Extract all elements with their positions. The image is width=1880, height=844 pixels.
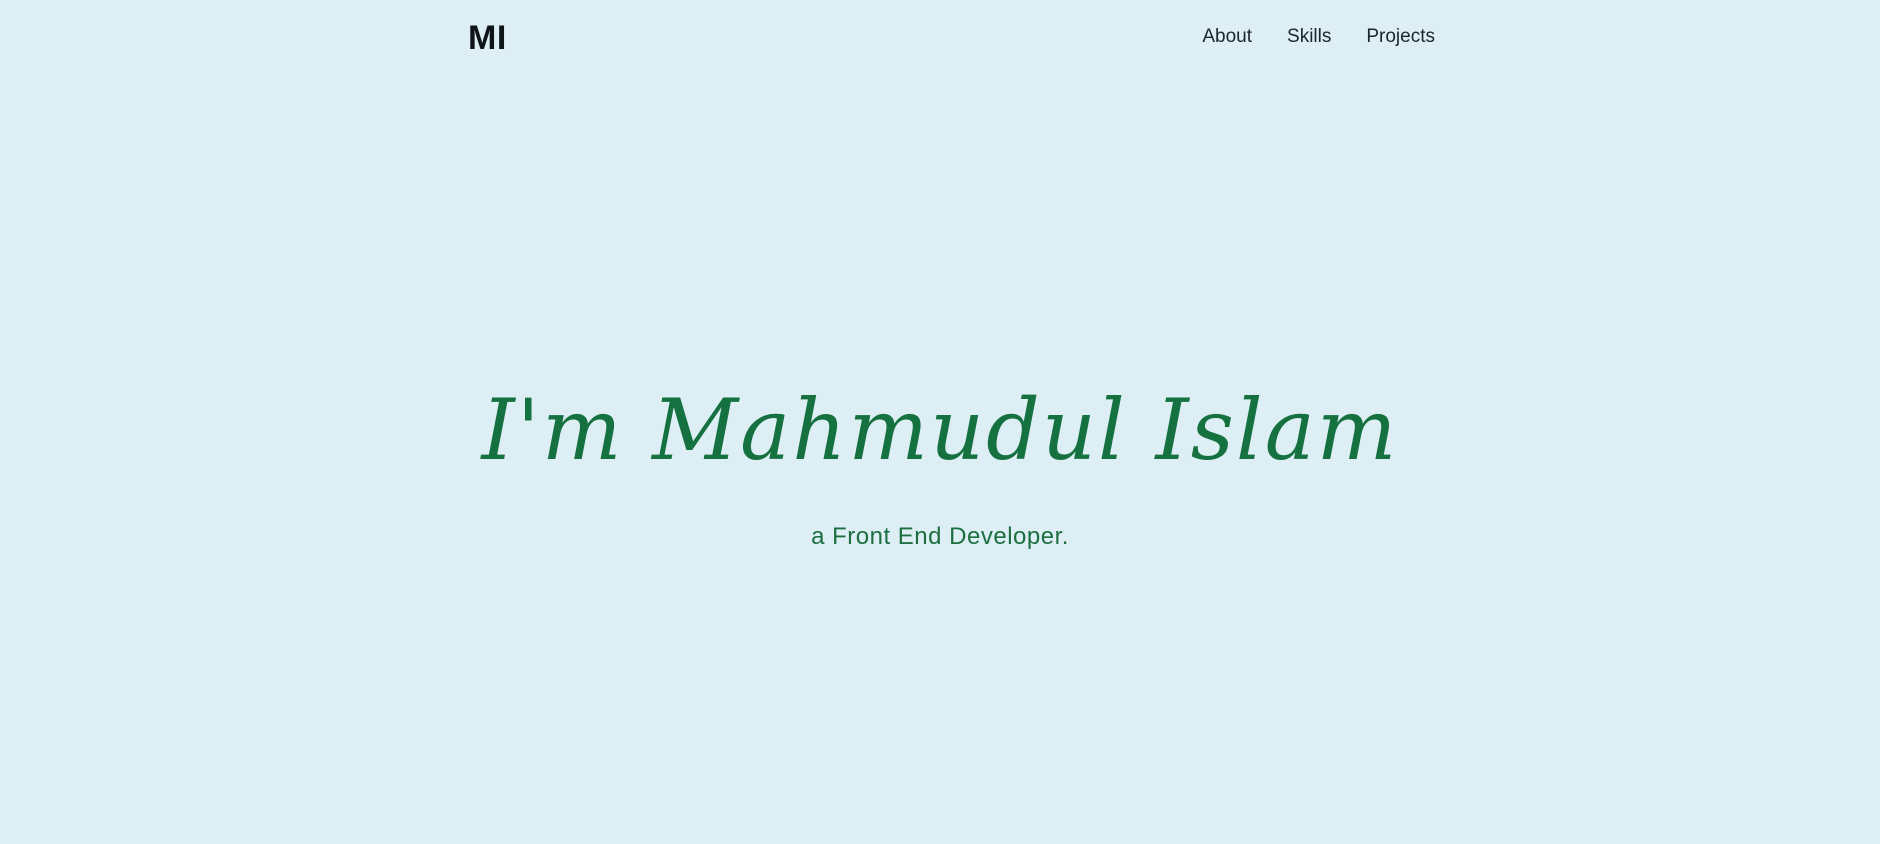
main-navigation: About Skills Projects [1167,22,1435,52]
hero-subheading: a Front End Developer. [811,523,1069,550]
site-header: MI About Skills Projects [0,0,1880,76]
hero-heading: I'm Mahmudul Islam [481,381,1399,479]
hero-section: I'm Mahmudul Islam a Front End Developer… [0,360,1880,554]
nav-link-skills[interactable]: Skills [1287,22,1331,52]
site-logo[interactable]: MI [468,16,507,60]
nav-link-about[interactable]: About [1202,22,1252,52]
portfolio-page: MI About Skills Projects I'm Mahmudul Is… [0,0,1880,844]
nav-link-projects[interactable]: Projects [1366,22,1435,52]
